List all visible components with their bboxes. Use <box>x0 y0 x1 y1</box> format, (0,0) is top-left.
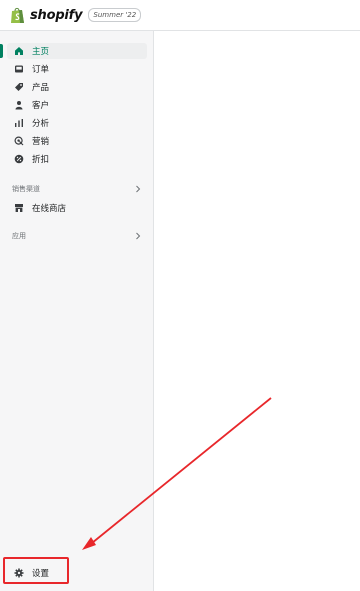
tag-icon <box>14 82 24 92</box>
sidebar-item-home[interactable]: 主页 <box>0 43 147 59</box>
sidebar-item-customers[interactable]: 客户 <box>7 97 147 113</box>
sidebar-item-products[interactable]: 产品 <box>7 79 147 95</box>
sidebar-item-label: 折扣 <box>32 155 50 165</box>
sidebar-item-label: 分析 <box>32 119 50 129</box>
sidebar-item-orders[interactable]: 订单 <box>7 61 147 77</box>
apps-label: 应用 <box>12 232 26 240</box>
sidebar-item-discounts[interactable]: 折扣 <box>7 151 147 167</box>
sidebar-item-online-store[interactable]: 在线商店 <box>7 200 147 216</box>
sidebar-item-label: 主页 <box>32 47 50 57</box>
gear-icon <box>14 568 24 578</box>
active-indicator <box>0 44 3 58</box>
home-icon <box>14 46 24 56</box>
logo-text: shopify <box>30 7 83 23</box>
sales-channels-label: 销售渠道 <box>12 185 40 193</box>
sidebar-item-label: 订单 <box>32 65 50 75</box>
sidebar-item-label: 营销 <box>32 137 50 147</box>
main-content <box>154 31 360 591</box>
sidebar-item-marketing[interactable]: 营销 <box>7 133 147 149</box>
sidebar-item-label: 产品 <box>32 83 50 93</box>
target-icon <box>14 136 24 146</box>
chevron-right-icon[interactable] <box>134 232 142 240</box>
settings-label: 设置 <box>32 569 50 579</box>
apps-header[interactable]: 应用 <box>12 229 142 243</box>
bar-chart-icon <box>14 118 24 128</box>
person-icon <box>14 100 24 110</box>
sidebar-item-label: 在线商店 <box>32 204 67 214</box>
top-bar: shopify Summer '22 <box>0 0 360 31</box>
sidebar-item-settings[interactable]: 设置 <box>7 565 67 581</box>
sidebar-item-analytics[interactable]: 分析 <box>7 115 147 131</box>
shopify-logo[interactable]: shopify Summer '22 <box>10 6 142 24</box>
sales-channels-header[interactable]: 销售渠道 <box>12 182 142 196</box>
orders-inbox-icon <box>14 64 24 74</box>
version-badge: Summer '22 <box>88 8 142 22</box>
sidebar: 主页 订单 产品 客户 分析 营销 折扣 销售渠道 在线商店 应用 设置 <box>0 31 154 591</box>
storefront-icon <box>14 203 24 213</box>
shopify-bag-icon <box>10 6 26 24</box>
sidebar-item-label: 客户 <box>32 101 50 111</box>
discount-icon <box>14 154 24 164</box>
chevron-right-icon[interactable] <box>134 185 142 193</box>
